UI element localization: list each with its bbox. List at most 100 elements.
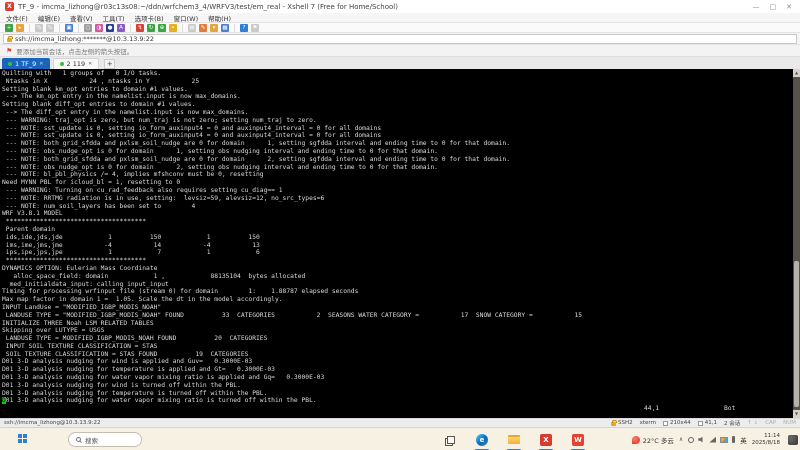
status-session-count[interactable]: 2 会话 [724,419,740,427]
toolbar-separator [78,24,79,32]
terminal-line: ips,ipe,jps,jpe 1 7 1 6 [2,249,800,257]
fullscreen-icon[interactable]: ⊕ [158,24,166,32]
color-scheme-icon[interactable]: ◑ [95,24,103,32]
open-session-icon[interactable]: ▸ [16,24,24,32]
terminal-line: med_initialdata_input: calling input_inp… [2,281,800,289]
menu-item-2[interactable]: 查看(V) [70,13,93,23]
status-term-type[interactable]: xterm [640,420,656,426]
vim-cursor-position: 44,1 [644,405,659,413]
encoding-icon[interactable]: ● [106,24,114,32]
terminal-line: D01 3-D analysis nudging for water vapor… [2,374,800,382]
lock-icon [7,38,12,42]
terminal-line: --- NOTE: num_soil_layers has been set t… [2,203,800,211]
hidden-icons-chevron[interactable]: ∧ [679,436,683,443]
terminal-line: INITIALIZE THREE Noah LSM RELATED TABLES [2,320,800,328]
scroll-down-icon[interactable]: ▼ [793,410,800,418]
taskbar-apps: eXW [440,428,588,450]
terminal-line: SOIL TEXTURE CLASSIFICATION = STAS FOUND… [2,351,800,359]
taskbar-app-file-explorer[interactable] [504,428,524,450]
volume-muted-icon[interactable] [698,437,705,443]
terminal-line: --- WARNING: traj_opt is zero, but num_t… [2,117,800,125]
screenshot-tool-icon[interactable] [788,435,798,445]
search-icon [76,437,81,442]
maximize-button[interactable]: □ [770,3,777,11]
highlight-icon[interactable]: ✎ [199,24,207,32]
sogou-key-icon[interactable] [732,436,735,443]
terminal-line: --- WARNING: Turning on cu_rad_feedback … [2,187,800,195]
clock-date: 2025/8/18 [752,440,780,447]
taskbar-app-wps[interactable]: W [568,428,588,450]
address-field[interactable]: ssh://imcma_lizhong:*******@10.3.13.9:22 [3,34,797,44]
quick-command-icon[interactable]: ⚑ [251,24,259,32]
folder-icon[interactable]: ▾ [210,24,218,32]
terminal-line: --- NOTE: both grid_sfdda and pxlsm_soil… [2,156,800,164]
xshell-icon: X [540,434,552,446]
tab-close-icon[interactable]: ✕ [88,61,92,67]
weather-widget[interactable]: 22°C 多云 [632,435,674,445]
menu-item-5[interactable]: 窗口(W) [174,13,199,23]
status-scroll-arrows[interactable]: ↑ ↓ [747,420,758,426]
help-icon[interactable]: ? [240,24,248,32]
cursor-pos-icon [698,421,703,426]
terminal-line: ids,ide,jds,jde 1 150 1 150 [2,234,800,242]
session-tab-2[interactable]: 2 119✕ [53,58,100,69]
find-icon[interactable]: ○ [84,24,92,32]
menu-item-0[interactable]: 文件(F) [6,13,28,23]
scroll-up-icon[interactable]: ▲ [793,69,800,77]
tab-label: 2 119 [67,60,86,68]
terminal-line: alloc_space_field: domain 1 , 88135104 b… [2,273,800,281]
toolbar-separator [29,24,30,32]
terminal-line: D01 3-D analysis nudging for temperature… [2,390,800,398]
address-bar: ssh://imcma_lizhong:*******@10.3.13.9:22 [0,33,800,45]
close-button[interactable]: ✕ [786,3,792,11]
terminal-line: ims,ime,jms,jme -4 14 -4 13 [2,242,800,250]
menu-item-4[interactable]: 选项卡(B) [135,13,164,23]
terminal-line: D01 3-D analysis nudging for wind is app… [2,358,800,366]
gallery-icon[interactable] [720,437,728,443]
connect-icon[interactable]: ↯ [136,24,144,32]
vim-ruler: 44,1Bot [2,405,800,413]
menu-item-3[interactable]: 工具(T) [103,13,125,23]
taskbar-app-task-view[interactable] [440,428,460,450]
font-icon[interactable]: A [117,24,125,32]
session-manager-icon[interactable]: ▣ [65,24,73,32]
security-icon[interactable] [688,437,694,443]
terminal-line: Need MYNN PBL for icloud_bl = 1, resetti… [2,179,800,187]
title-bar[interactable]: X TF_9 - imcma_lizhong@r03c13s08:~/ddn/w… [0,0,800,13]
input-method-indicator[interactable]: 英 [740,435,747,445]
lock-screen-icon[interactable]: • [169,24,177,32]
scrollbar-thumb[interactable] [794,261,799,407]
print-icon[interactable]: ▤ [188,24,196,32]
terminal-line: --> The diff_opt entry in the namelist.i… [2,109,800,117]
status-cursor-pos: 41,1 [698,420,717,426]
transfer-session-icon[interactable]: % [46,24,54,32]
weather-condition: 多云 [661,437,674,445]
taskbar-app-edge[interactable]: e [472,428,492,450]
start-button[interactable] [18,434,27,443]
taskbar-clock[interactable]: 11:14 2025/8/18 [752,433,780,446]
terminal-area[interactable]: Quilting with 1 groups of 0 I/O tasks. N… [0,69,800,418]
status-caps-indicator: CAP [765,420,776,426]
terminal-line: --- NOTE: obs_nudge_opt is 0 for domain … [2,164,800,172]
start-logo-icon [23,434,27,438]
session-tab-1[interactable]: 1 TF_9✕ [2,58,50,69]
terminal-line: --> The km_opt entry in the namelist.inp… [2,93,800,101]
new-tab-button[interactable]: + [104,59,115,69]
duplicate-session-icon[interactable]: % [35,24,43,32]
terminal-output[interactable]: Quilting with 1 groups of 0 I/O tasks. N… [0,69,800,413]
terminal-line: Setting blank diff_opt entries to domain… [2,101,800,109]
menu-item-6[interactable]: 帮助(H) [208,13,231,23]
reconnect-icon[interactable]: ↻ [147,24,155,32]
terminal-line: INPUT SOIL TEXTURE CLASSIFICATION = STAS [2,343,800,351]
menu-item-1[interactable]: 编辑(E) [38,13,60,23]
taskbar-search[interactable]: 搜索 [68,432,142,447]
minimize-button[interactable]: — [753,3,760,11]
network-icon[interactable] [709,437,716,443]
terminal-cursor: D [2,397,6,404]
terminal-scrollbar[interactable]: ▲ ▼ [793,69,800,418]
tab-close-icon[interactable]: ✕ [39,61,43,67]
taskbar-app-xshell[interactable]: X [536,428,556,450]
layout-icon[interactable]: ▦ [221,24,229,32]
status-protocol: SSH2 [611,420,633,426]
new-session-icon[interactable]: + [5,24,13,32]
